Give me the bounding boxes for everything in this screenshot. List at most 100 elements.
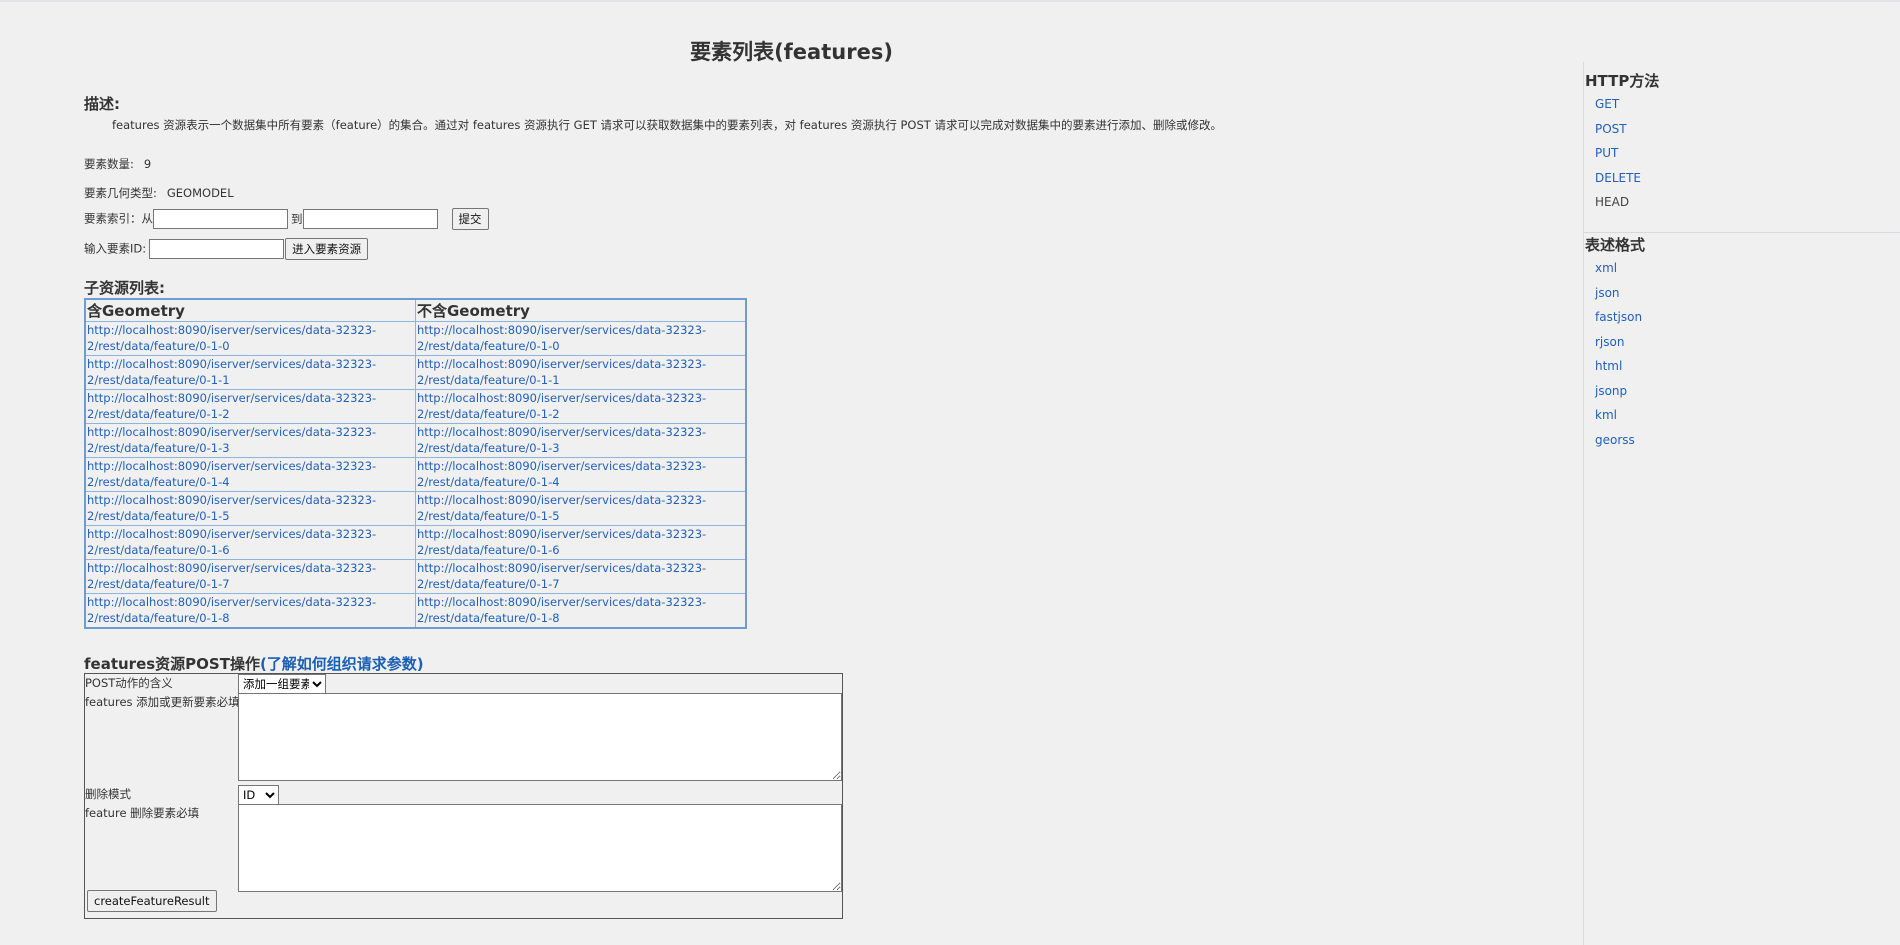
feature-link-without-geometry[interactable]: http://localhost:8090/iserver/services/d… <box>417 493 706 523</box>
link-text-line-1: http://localhost:8090/iserver/services/d… <box>417 527 707 541</box>
format-item: fastjson <box>1595 305 1642 330</box>
feature-link-with-geometry[interactable]: http://localhost:8090/iserver/services/d… <box>87 561 376 591</box>
link-text-line-1: http://localhost:8090/iserver/services/d… <box>87 595 377 609</box>
http-method-get-link[interactable]: GET <box>1595 97 1619 111</box>
http-method-item: PUT <box>1595 141 1641 166</box>
link-text-line-1: http://localhost:8090/iserver/services/d… <box>417 425 707 439</box>
page: 要素列表(features) 描述: features 资源表示一个数据集中所有… <box>0 0 1900 945</box>
create-feature-result-button[interactable]: createFeatureResult <box>87 890 217 912</box>
column-header-with-geometry: 含Geometry <box>84 298 416 322</box>
sub-resources-label: 子资源列表: <box>84 279 165 297</box>
table-cell: http://localhost:8090/iserver/services/d… <box>415 525 747 560</box>
link-text-line-2: 2/rest/data/feature/0-1-4 <box>417 475 560 489</box>
feature-link-with-geometry[interactable]: http://localhost:8090/iserver/services/d… <box>87 391 376 421</box>
post-form: POST动作的含义 添加一组要素 features 添加或更新要素必填 删除模式… <box>84 673 843 919</box>
feature-link-with-geometry[interactable]: http://localhost:8090/iserver/services/d… <box>87 527 376 557</box>
feature-delete-label: feature 删除要素必填 <box>85 806 200 820</box>
feature-count-label: 要素数量: <box>84 157 134 171</box>
http-method-put-link[interactable]: PUT <box>1595 146 1618 160</box>
format-xml-link[interactable]: xml <box>1595 261 1617 275</box>
geometry-type-label: 要素几何类型: <box>84 186 157 200</box>
format-item: kml <box>1595 403 1642 428</box>
feature-link-with-geometry[interactable]: http://localhost:8090/iserver/services/d… <box>87 425 376 455</box>
format-georss-link[interactable]: georss <box>1595 433 1635 447</box>
feature-link-with-geometry[interactable]: http://localhost:8090/iserver/services/d… <box>87 459 376 489</box>
feature-index-row: 要素索引：从 到 提交 <box>84 208 489 230</box>
format-rjson-link[interactable]: rjson <box>1595 335 1624 349</box>
table-cell: http://localhost:8090/iserver/services/d… <box>415 559 747 594</box>
http-method-post-link[interactable]: POST <box>1595 122 1627 136</box>
feature-link-with-geometry[interactable]: http://localhost:8090/iserver/services/d… <box>87 357 376 387</box>
table-cell: http://localhost:8090/iserver/services/d… <box>84 593 416 629</box>
link-text-line-1: http://localhost:8090/iserver/services/d… <box>417 357 707 371</box>
table-cell: http://localhost:8090/iserver/services/d… <box>415 491 747 526</box>
link-text-line-2: 2/rest/data/feature/0-1-1 <box>87 373 230 387</box>
format-item: jsonp <box>1595 379 1642 404</box>
table-cell: http://localhost:8090/iserver/services/d… <box>415 423 747 458</box>
feature-link-without-geometry[interactable]: http://localhost:8090/iserver/services/d… <box>417 527 706 557</box>
table-cell: http://localhost:8090/iserver/services/d… <box>415 321 747 356</box>
format-jsonp-link[interactable]: jsonp <box>1595 384 1627 398</box>
format-json-link[interactable]: json <box>1595 286 1620 300</box>
post-action-label: POST动作的含义 <box>85 676 173 690</box>
http-method-item: HEAD <box>1595 190 1641 215</box>
http-methods-list: GET POST PUT DELETE HEAD <box>1595 92 1641 215</box>
feature-link-without-geometry[interactable]: http://localhost:8090/iserver/services/d… <box>417 425 706 455</box>
table-cell: http://localhost:8090/iserver/services/d… <box>84 457 416 492</box>
geometry-type-value: GEOMODEL <box>166 186 234 200</box>
feature-link-with-geometry[interactable]: http://localhost:8090/iserver/services/d… <box>87 595 376 625</box>
link-text-line-2: 2/rest/data/feature/0-1-0 <box>87 339 230 353</box>
http-method-delete-link[interactable]: DELETE <box>1595 171 1641 185</box>
link-text-line-1: http://localhost:8090/iserver/services/d… <box>417 493 707 507</box>
index-to-label: 到 <box>291 211 303 226</box>
sidebar-divider <box>1583 62 1584 945</box>
link-text-line-1: http://localhost:8090/iserver/services/d… <box>87 425 377 439</box>
table-cell: http://localhost:8090/iserver/services/d… <box>415 355 747 390</box>
link-text-line-2: 2/rest/data/feature/0-1-0 <box>417 339 560 353</box>
link-text-line-1: http://localhost:8090/iserver/services/d… <box>87 391 377 405</box>
feature-link-with-geometry[interactable]: http://localhost:8090/iserver/services/d… <box>87 323 376 353</box>
feature-delete-textarea[interactable] <box>238 804 842 892</box>
table-cell: http://localhost:8090/iserver/services/d… <box>415 457 747 492</box>
feature-link-without-geometry[interactable]: http://localhost:8090/iserver/services/d… <box>417 391 706 421</box>
feature-link-without-geometry[interactable]: http://localhost:8090/iserver/services/d… <box>417 323 706 353</box>
link-text-line-1: http://localhost:8090/iserver/services/d… <box>87 323 377 337</box>
format-kml-link[interactable]: kml <box>1595 408 1617 422</box>
index-submit-button[interactable]: 提交 <box>451 208 489 230</box>
table-row: http://localhost:8090/iserver/services/d… <box>84 457 747 492</box>
feature-count-row: 要素数量: 9 <box>84 156 151 172</box>
link-text-line-1: http://localhost:8090/iserver/services/d… <box>417 391 707 405</box>
index-from-input[interactable] <box>153 209 288 229</box>
feature-id-input[interactable] <box>149 239 285 259</box>
feature-link-without-geometry[interactable]: http://localhost:8090/iserver/services/d… <box>417 357 706 387</box>
table-cell: http://localhost:8090/iserver/services/d… <box>84 389 416 424</box>
format-item: georss <box>1595 428 1642 453</box>
link-text-line-1: http://localhost:8090/iserver/services/d… <box>87 357 377 371</box>
link-text-line-2: 2/rest/data/feature/0-1-3 <box>87 441 230 455</box>
sub-resources-body: http://localhost:8090/iserver/services/d… <box>84 321 747 629</box>
link-text-line-2: 2/rest/data/feature/0-1-7 <box>417 577 560 591</box>
feature-link-without-geometry[interactable]: http://localhost:8090/iserver/services/d… <box>417 561 706 591</box>
table-header-row: 含Geometry 不含Geometry <box>84 298 747 322</box>
feature-link-without-geometry[interactable]: http://localhost:8090/iserver/services/d… <box>417 459 706 489</box>
geometry-type-row: 要素几何类型: GEOMODEL <box>84 185 234 201</box>
index-to-input[interactable] <box>302 209 438 229</box>
feature-link-without-geometry[interactable]: http://localhost:8090/iserver/services/d… <box>417 595 706 625</box>
link-text-line-2: 2/rest/data/feature/0-1-7 <box>87 577 230 591</box>
http-method-item: DELETE <box>1595 166 1641 191</box>
link-text-line-2: 2/rest/data/feature/0-1-2 <box>87 407 230 421</box>
delete-mode-select[interactable]: ID <box>238 785 279 805</box>
link-text-line-2: 2/rest/data/feature/0-1-6 <box>417 543 560 557</box>
features-textarea[interactable] <box>238 693 842 781</box>
table-cell: http://localhost:8090/iserver/services/d… <box>84 321 416 356</box>
http-method-head-link[interactable]: HEAD <box>1595 195 1629 209</box>
link-text-line-2: 2/rest/data/feature/0-1-2 <box>417 407 560 421</box>
post-action-select[interactable]: 添加一组要素 <box>238 674 326 694</box>
format-html-link[interactable]: html <box>1595 359 1622 373</box>
table-row: http://localhost:8090/iserver/services/d… <box>84 593 747 629</box>
feature-link-with-geometry[interactable]: http://localhost:8090/iserver/services/d… <box>87 493 376 523</box>
features-field-label: features 添加或更新要素必填 <box>85 695 240 709</box>
format-fastjson-link[interactable]: fastjson <box>1595 310 1642 324</box>
request-params-help-link[interactable]: (了解如何组织请求参数) <box>260 655 424 673</box>
enter-feature-button[interactable]: 进入要素资源 <box>285 238 369 260</box>
